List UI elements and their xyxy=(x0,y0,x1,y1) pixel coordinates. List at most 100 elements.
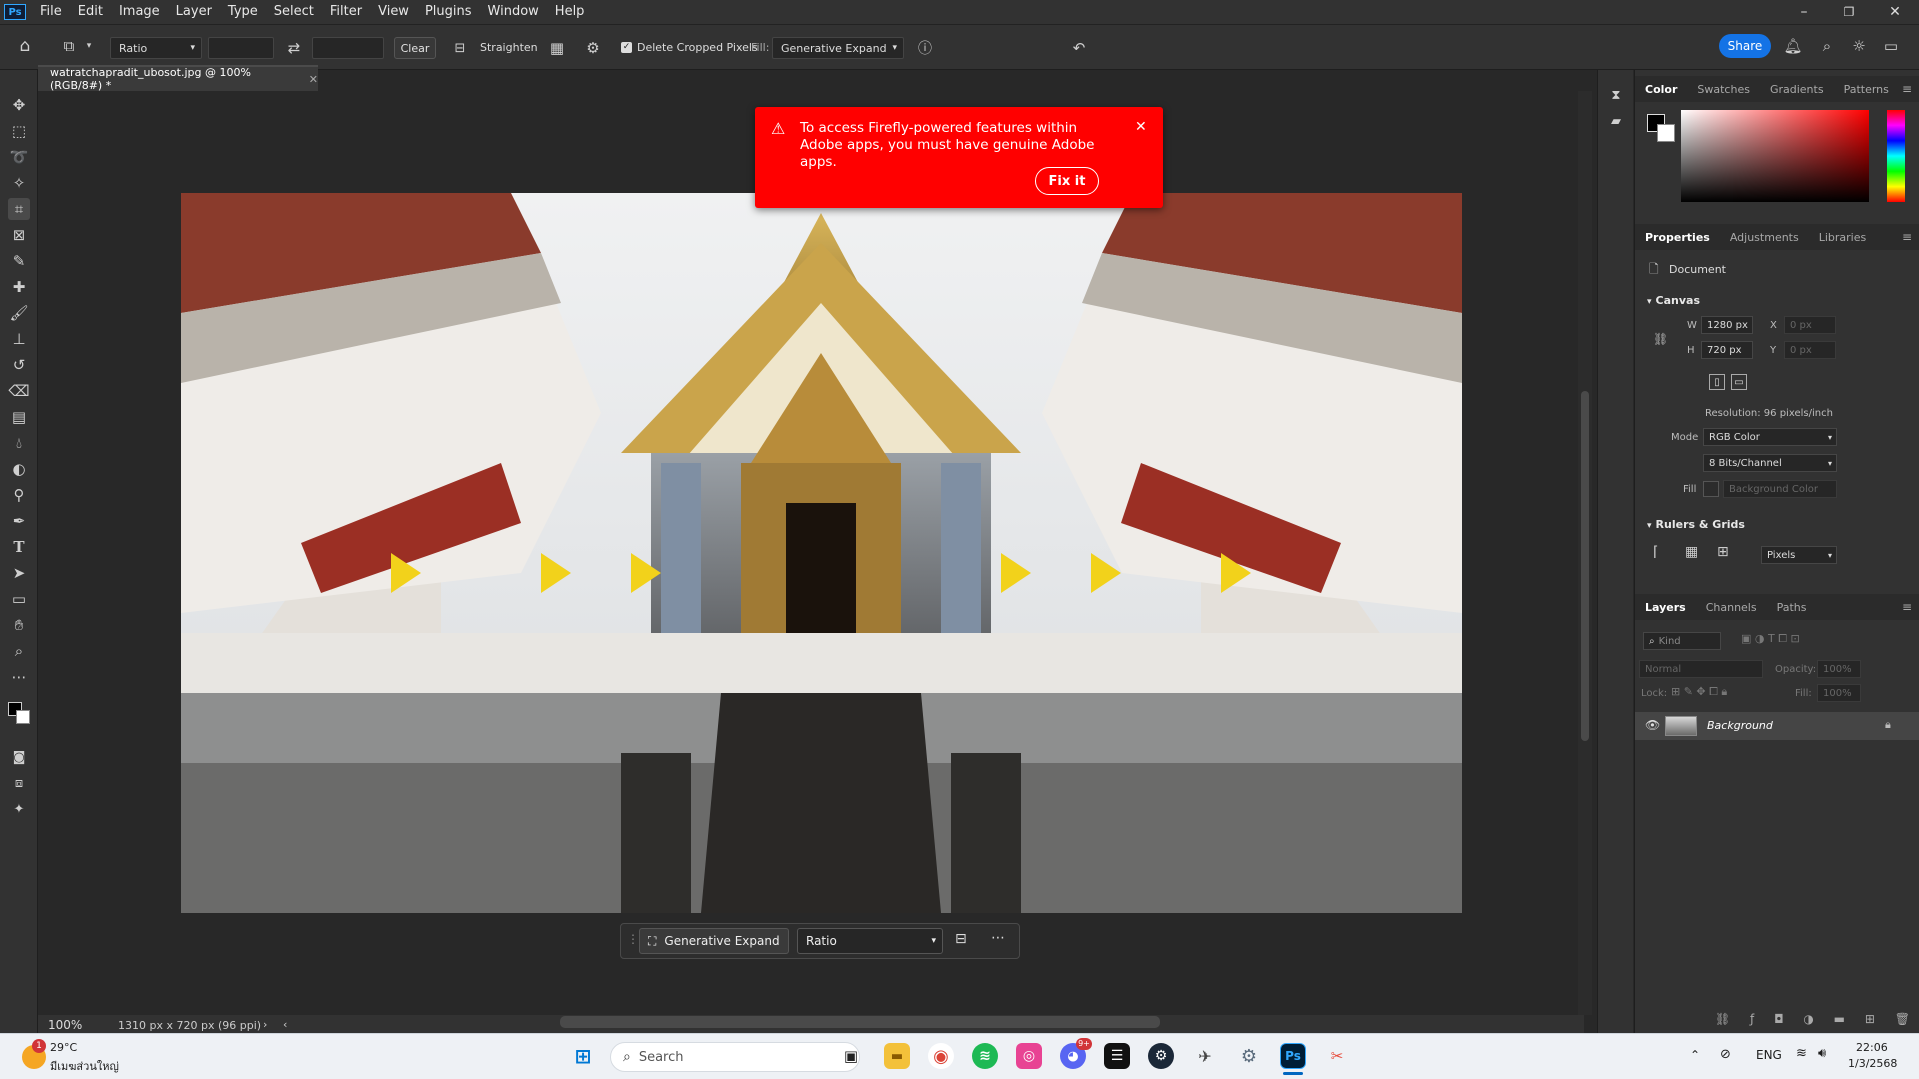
generative-icon[interactable]: ✦ xyxy=(8,798,30,820)
tab-channels[interactable]: Channels xyxy=(1696,601,1767,614)
path-selection-tool-icon[interactable]: ➤ xyxy=(8,562,30,584)
document-image[interactable] xyxy=(181,193,1462,913)
layer-row-background[interactable]: 👁︎ Background 🔒︎ xyxy=(1635,712,1919,740)
opacity-input[interactable]: 100% xyxy=(1817,660,1861,678)
menu-type[interactable]: Type xyxy=(220,0,266,24)
chrome-icon[interactable]: ◉ xyxy=(928,1043,954,1069)
ratio-height-input[interactable] xyxy=(312,37,384,59)
photoshop-taskbar-icon[interactable]: Ps xyxy=(1280,1043,1306,1069)
layer-name[interactable]: Background xyxy=(1707,719,1773,732)
menu-help[interactable]: Help xyxy=(547,0,593,24)
undo-reset-icon[interactable]: ↶ xyxy=(1068,37,1090,59)
clear-button[interactable]: Clear xyxy=(394,37,436,59)
canvas-x-input[interactable]: 0 px xyxy=(1784,316,1836,334)
windows-start-icon[interactable]: ⊞ xyxy=(570,1043,596,1069)
delete-cropped-checkbox[interactable]: ✓ xyxy=(621,42,632,53)
tab-color[interactable]: Color xyxy=(1635,83,1687,96)
close-tab-icon[interactable]: ✕ xyxy=(309,73,318,86)
layer-filter-select[interactable]: ⌕ Kind xyxy=(1643,632,1721,650)
more-tools-icon[interactable]: ⋯ xyxy=(8,666,30,688)
canvas-fill-select[interactable]: Background Color xyxy=(1723,480,1837,498)
hue-slider[interactable] xyxy=(1887,110,1905,202)
panel-menu-icon[interactable]: ≡ xyxy=(1902,82,1912,96)
visibility-eye-icon[interactable]: 👁︎ xyxy=(1645,718,1660,732)
eraser-tool-icon[interactable]: ⌫ xyxy=(8,380,30,402)
menu-filter[interactable]: Filter xyxy=(322,0,370,24)
tab-gradients[interactable]: Gradients xyxy=(1760,83,1834,96)
gear-icon[interactable]: ⚙ xyxy=(582,37,604,59)
rulers-section-header[interactable]: ▾ Rulers & Grids xyxy=(1647,518,1745,531)
menu-file[interactable]: File xyxy=(32,0,70,24)
gradient-tool-icon[interactable]: ▤ xyxy=(8,406,30,428)
snipping-tool-icon[interactable]: ✂ xyxy=(1324,1043,1350,1069)
bit-depth-select[interactable]: 8 Bits/Channel ▾ xyxy=(1703,454,1837,472)
document-tab[interactable]: watratchapradit_ubosot.jpg @ 100% (RGB/8… xyxy=(38,65,318,92)
link-icon[interactable]: ⛓ xyxy=(1653,332,1668,346)
file-explorer-icon[interactable]: ▬ xyxy=(884,1043,910,1069)
workspace-icon[interactable]: ▭ xyxy=(1880,35,1902,57)
restore-button[interactable]: ❐ xyxy=(1826,0,1872,24)
clock-time[interactable]: 22:06 xyxy=(1856,1041,1888,1054)
magic-wand-tool-icon[interactable]: ✧ xyxy=(8,172,30,194)
close-window-button[interactable]: ✕ xyxy=(1872,0,1918,24)
fill-opacity-input[interactable]: 100% xyxy=(1817,684,1861,702)
rectangle-tool-icon[interactable]: ▭ xyxy=(8,588,30,610)
ruler-units-select[interactable]: Pixels ▾ xyxy=(1761,546,1837,564)
clock-date[interactable]: 1/3/2568 xyxy=(1848,1057,1897,1070)
straighten-icon[interactable]: ⊟ xyxy=(450,37,470,59)
landscape-orientation-icon[interactable]: ▭ xyxy=(1731,374,1747,390)
tab-properties[interactable]: Properties xyxy=(1635,231,1720,244)
home-icon[interactable]: ⌂ xyxy=(14,35,36,57)
discover-icon[interactable]: ☼ xyxy=(1848,35,1870,57)
frame-tool-icon[interactable]: ⊠ xyxy=(8,224,30,246)
close-toast-icon[interactable]: ✕ xyxy=(1135,119,1147,135)
tab-paths[interactable]: Paths xyxy=(1767,601,1817,614)
app-icon[interactable]: ✈ xyxy=(1192,1043,1218,1069)
dodge-tool-icon[interactable]: ◐ xyxy=(8,458,30,480)
grid-icon[interactable]: ▦ xyxy=(1685,544,1698,560)
ratio-select[interactable]: Ratio ▾ xyxy=(110,37,202,59)
portrait-orientation-icon[interactable]: ▯ xyxy=(1709,374,1725,390)
chevron-left-icon[interactable]: ‹ xyxy=(283,1018,287,1031)
fill-swatch[interactable] xyxy=(1703,481,1719,497)
tab-libraries[interactable]: Libraries xyxy=(1809,231,1877,244)
comments-panel-icon[interactable]: ▰ xyxy=(1605,110,1627,132)
eyedropper-tool-icon[interactable]: ✎ xyxy=(8,250,30,272)
settings-icon[interactable]: ⚙ xyxy=(1236,1043,1262,1069)
weather-temperature[interactable]: 29°C xyxy=(50,1041,77,1054)
menu-window[interactable]: Window xyxy=(480,0,547,24)
layer-lock-icon[interactable]: 🔒︎ xyxy=(1885,718,1891,732)
instagram-icon[interactable]: ◎ xyxy=(1016,1043,1042,1069)
color-picker-field[interactable] xyxy=(1681,110,1869,202)
drag-handle-icon[interactable]: ⋮ xyxy=(627,932,639,946)
menu-select[interactable]: Select xyxy=(266,0,322,24)
menu-edit[interactable]: Edit xyxy=(70,0,111,24)
minimize-button[interactable]: – xyxy=(1781,0,1827,24)
chevron-right-icon[interactable]: › xyxy=(263,1018,267,1031)
ratio-dropdown[interactable]: Ratio ▾ xyxy=(797,928,943,954)
rulers-icon[interactable]: ⌈ xyxy=(1653,544,1658,560)
crop-tool-preset-icon[interactable]: ⧉ xyxy=(58,35,80,57)
fill-select[interactable]: Generative Expand ▾ xyxy=(772,37,904,59)
zoom-level[interactable]: 100% xyxy=(48,1018,82,1032)
vertical-scrollbar[interactable] xyxy=(1578,91,1592,1015)
task-view-icon[interactable]: ▣ xyxy=(838,1043,864,1069)
chevron-down-icon[interactable]: ▾ xyxy=(84,39,94,53)
menu-view[interactable]: View xyxy=(370,0,417,24)
history-brush-tool-icon[interactable]: ↺ xyxy=(8,354,30,376)
menu-plugins[interactable]: Plugins xyxy=(417,0,480,24)
fix-it-button[interactable]: Fix it xyxy=(1035,167,1099,195)
crop-tool-icon[interactable]: ⌗ xyxy=(8,198,30,220)
lock-icons[interactable]: ⊞ ✎ ✥ ⧠ 🔒︎ xyxy=(1671,685,1727,699)
language-indicator[interactable]: ENG xyxy=(1756,1048,1782,1062)
more-options-icon[interactable]: ⋯ xyxy=(991,930,1005,946)
ratio-width-input[interactable] xyxy=(208,37,274,59)
zoom-tool-icon[interactable]: ⌕ xyxy=(8,640,30,662)
healing-brush-tool-icon[interactable]: ✚ xyxy=(8,276,30,298)
overlay-grid-icon[interactable]: ▦ xyxy=(546,37,568,59)
spotify-icon[interactable]: ≋ xyxy=(972,1043,998,1069)
wifi-icon[interactable]: ≋ xyxy=(1796,1046,1807,1061)
document-info[interactable]: 1310 px x 720 px (96 ppi) xyxy=(118,1019,261,1032)
canvas-height-input[interactable]: 720 px xyxy=(1701,341,1753,359)
type-tool-icon[interactable]: T xyxy=(8,536,30,558)
